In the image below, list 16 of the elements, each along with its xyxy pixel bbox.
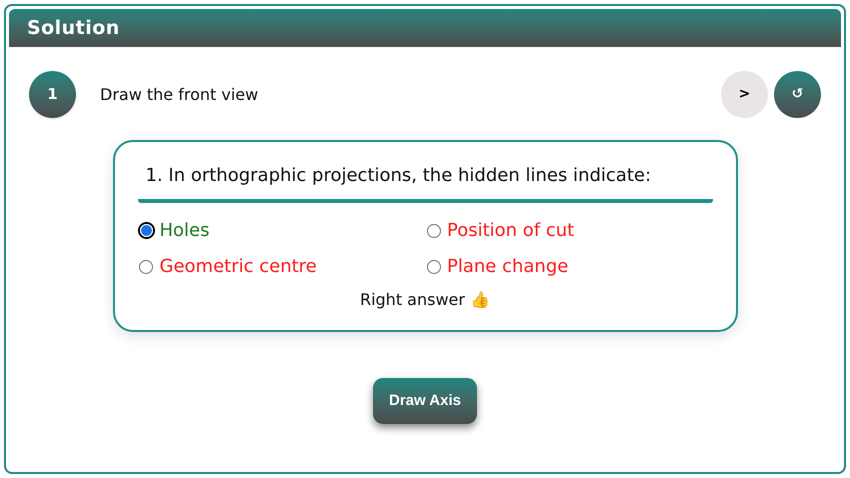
feedback-message: Right answer 👍 (360, 289, 490, 311)
next-button[interactable]: > (721, 71, 768, 118)
reset-button[interactable]: ↺ (774, 71, 821, 118)
radio-button[interactable] (139, 260, 153, 274)
answer-option[interactable]: Plane change (425, 253, 712, 280)
panel-title: Solution (27, 16, 120, 41)
radio-button[interactable] (426, 260, 440, 274)
answer-option[interactable]: Position of cut (425, 217, 712, 244)
answer-option[interactable]: Holes (138, 217, 425, 244)
draw-axis-button[interactable]: Draw Axis (373, 378, 477, 424)
answer-option[interactable]: Geometric centre (138, 253, 425, 280)
radio-button[interactable] (426, 224, 440, 238)
radio-button[interactable] (138, 222, 154, 239)
step-instruction: Draw the front view (100, 84, 258, 106)
question-heading: 1. In orthographic projections, the hidden lines indicate: (138, 162, 712, 203)
step-number: 1 (29, 71, 76, 118)
